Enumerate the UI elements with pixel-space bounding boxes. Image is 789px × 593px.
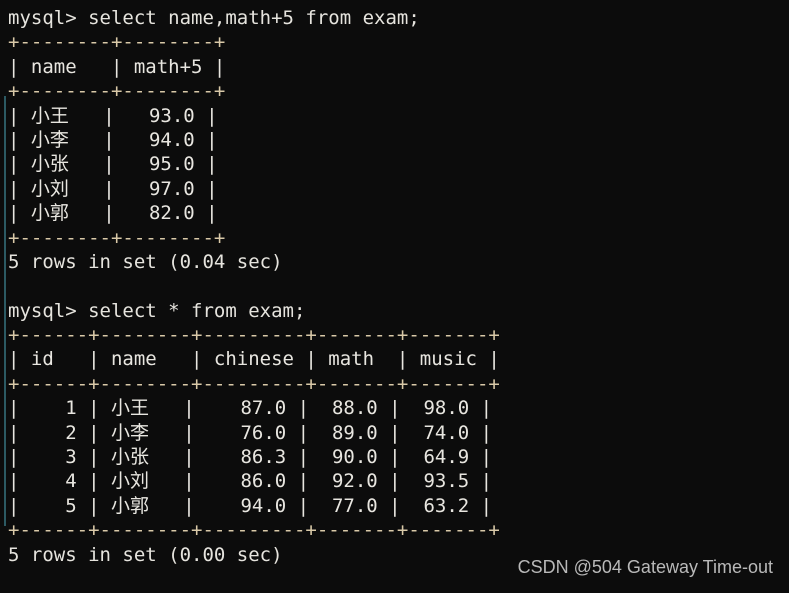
table1-rule-bottom: +--------+--------+ [8, 226, 226, 249]
table-row: | 2 | 小李 | 76.0 | 89.0 | 74.0 | [8, 421, 493, 444]
table-row: | 4 | 小刘 | 86.0 | 92.0 | 93.5 | [8, 470, 493, 493]
terminal-window: mysql> select name,math+5 from exam; +--… [0, 0, 789, 593]
table-row: | 小郭 | 82.0 | [8, 202, 218, 225]
table-row: | 1 | 小王 | 87.0 | 88.0 | 98.0 | [8, 397, 493, 420]
table2-rule-mid: +------+--------+---------+-------+-----… [8, 372, 500, 395]
table-row: | 小刘 | 97.0 | [8, 177, 218, 200]
table2-rule-bottom: +------+--------+---------+-------+-----… [8, 519, 500, 542]
table2-rule-top: +------+--------+---------+-------+-----… [8, 324, 500, 347]
table2-header-row: | id | name | chinese | math | music | [8, 348, 500, 371]
table1-rule-top: +--------+--------+ [8, 31, 226, 54]
scrollbar-thumb[interactable] [4, 96, 6, 526]
scrollbar-track[interactable] [2, 0, 6, 593]
terminal-output[interactable]: mysql> select name,math+5 from exam; +--… [8, 6, 783, 593]
table1-header-row: | name | math+5 | [8, 55, 226, 78]
table-row: | 小王 | 93.0 | [8, 104, 218, 127]
table-row: | 小李 | 94.0 | [8, 128, 218, 151]
table1-rule-mid: +--------+--------+ [8, 80, 226, 103]
table1-status-line: 5 rows in set (0.04 sec) [8, 250, 283, 273]
command-line-2: mysql> select * from exam; [8, 299, 306, 322]
csdn-watermark: CSDN @504 Gateway Time-out [517, 557, 773, 577]
table-row: | 小张 | 95.0 | [8, 153, 218, 176]
table-row: | 5 | 小郭 | 94.0 | 77.0 | 63.2 | [8, 494, 493, 517]
command-line-1: mysql> select name,math+5 from exam; [8, 7, 420, 29]
table-row: | 3 | 小张 | 86.3 | 90.0 | 64.9 | [8, 446, 493, 469]
